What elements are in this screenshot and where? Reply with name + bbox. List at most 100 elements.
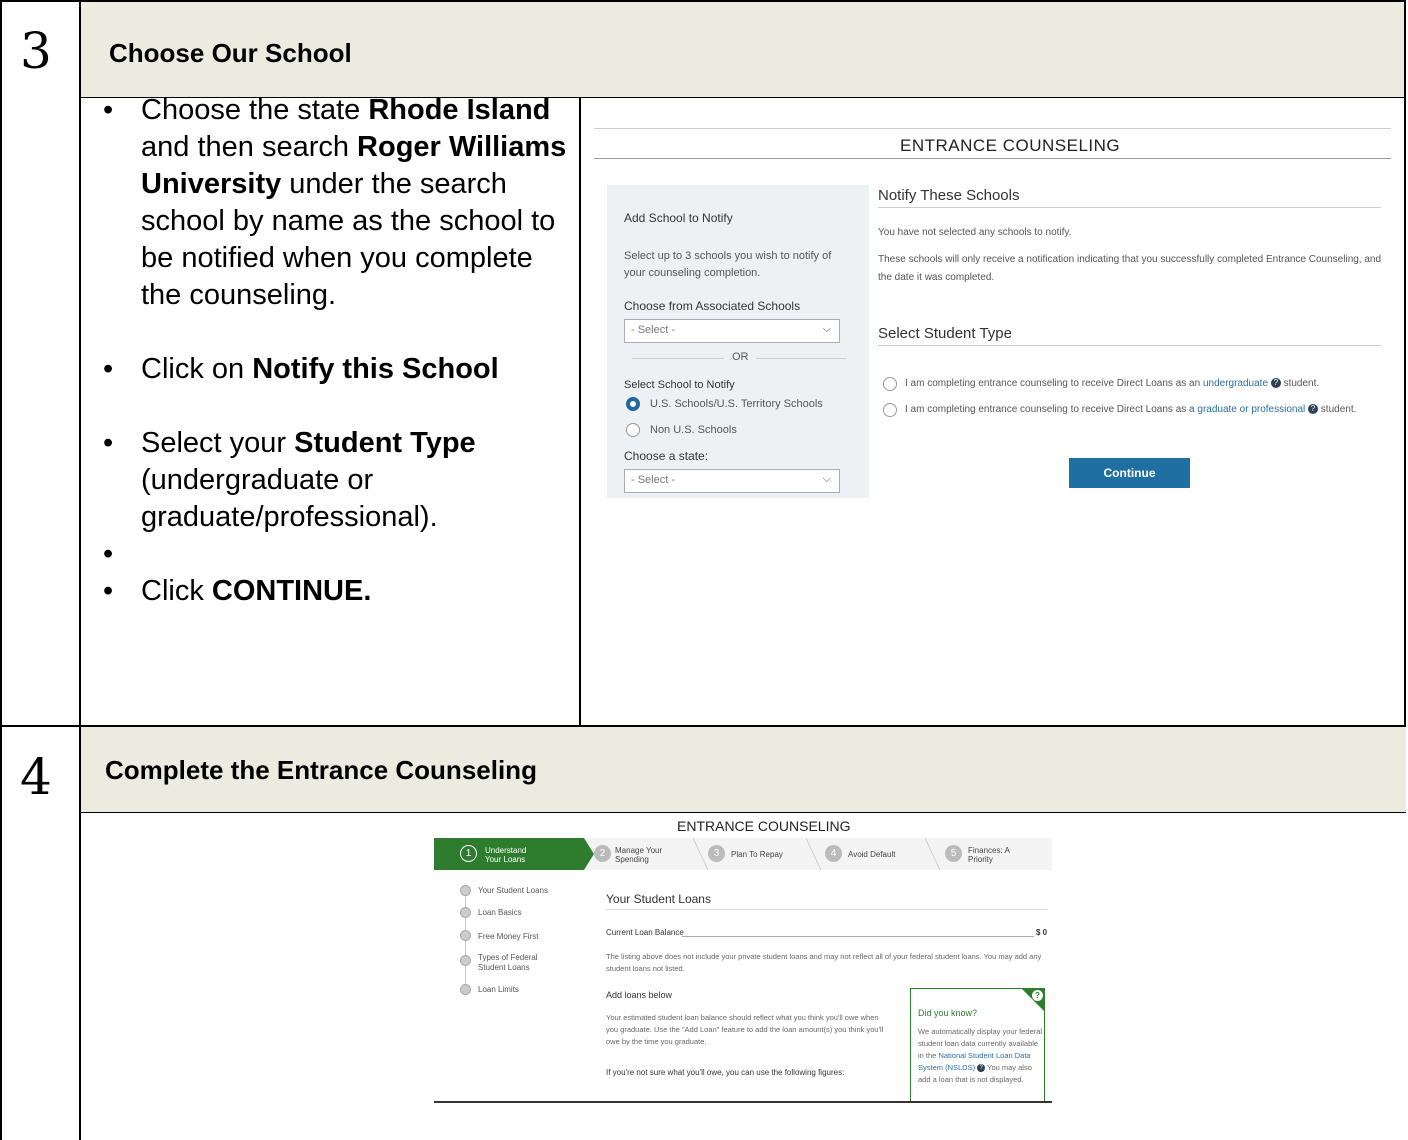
step-4-title: Complete the Entrance Counseling <box>105 755 537 785</box>
step-1-arrow <box>584 838 594 870</box>
or-rule-left <box>632 358 724 359</box>
info-icon: ? <box>1032 990 1043 1001</box>
radio-graduate[interactable] <box>883 403 897 417</box>
nav-dot <box>460 930 471 941</box>
did-you-know-text: We automatically display your federal st… <box>918 1026 1043 1086</box>
or-rule-right <box>756 358 846 359</box>
student-type-heading: Select Student Type <box>878 325 1012 342</box>
instruction-text: Click <box>141 575 212 607</box>
step-3-header: Choose Our School <box>81 2 1404 98</box>
undergraduate-link[interactable]: undergraduate <box>1203 378 1268 389</box>
step-4-header-border <box>81 812 1406 813</box>
nav-item-loan-basics[interactable]: Loan Basics <box>478 908 522 918</box>
main-heading: Your Student Loans <box>606 892 711 906</box>
radio-us-schools[interactable] <box>626 397 640 411</box>
balance-value: $ 0 <box>1036 928 1048 937</box>
instruction-text: Choose the state <box>141 94 369 126</box>
state-label: Choose a state: <box>624 449 709 463</box>
nav-dot <box>460 955 471 966</box>
step-number-circle: 5 <box>945 845 962 862</box>
add-school-heading: Add School to Notify <box>624 211 733 225</box>
nav-item-free-money-first[interactable]: Free Money First <box>478 932 538 942</box>
instruction-item: Click CONTINUE. <box>81 573 579 610</box>
instruction-item: Click on Notify this School <box>81 351 579 388</box>
instruction-bold: Student Type <box>294 427 476 459</box>
step-label: Understand Your Loans <box>485 846 527 864</box>
screenshot-entrance-counseling: ENTRANCE COUNSELING 1 Understand Your Lo… <box>434 814 1052 1102</box>
instruction-item <box>81 536 579 573</box>
instruction-text: Select your <box>141 427 295 459</box>
chevron-down-icon: ⌵ <box>822 473 831 485</box>
add-loans-desc: Your estimated student loan balance shou… <box>606 1013 884 1046</box>
balance-leader <box>682 936 1034 937</box>
graduate-link[interactable]: graduate or professional <box>1197 404 1305 415</box>
s2-page-title: ENTRANCE COUNSELING <box>677 818 851 834</box>
associated-schools-label: Choose from Associated Schools <box>624 299 801 313</box>
balance-label: Current Loan Balance <box>606 928 684 937</box>
instruction-text: (undergraduate or graduate/professional)… <box>141 464 438 533</box>
main-heading-rule <box>606 909 1048 910</box>
associated-schools-select[interactable]: - Select - ⌵ <box>624 319 840 343</box>
notify-desc-text: These schools will only receive a notifi… <box>878 254 1382 283</box>
step-number-4: 4 <box>20 748 52 806</box>
figures-note: If you're not sure what you'll owe, you … <box>606 1068 845 1077</box>
option-undergraduate: I am completing entrance counseling to r… <box>905 378 1319 389</box>
nav-item-loan-limits[interactable]: Loan Limits <box>478 985 519 995</box>
step-number-circle: 4 <box>825 845 842 862</box>
table-border-right <box>1404 0 1406 727</box>
step-label: Plan To Repay <box>731 850 783 859</box>
step-label: Manage Your Spending <box>615 846 663 864</box>
s1-top-rule <box>594 128 1391 129</box>
subcell-divider <box>579 97 581 726</box>
instruction-item: Choose the state Rhode Island and then s… <box>81 92 579 314</box>
help-icon[interactable]: ? <box>1270 378 1281 389</box>
step-label: Avoid Default <box>848 850 896 859</box>
radio-us-label: U.S. Schools/U.S. Territory Schools <box>650 398 823 410</box>
table-border-left <box>0 0 2 1140</box>
listing-note: The listing above does not include your … <box>606 952 1042 973</box>
instruction-bold: Notify this School <box>252 353 499 385</box>
select-placeholder: - Select - <box>631 474 676 486</box>
continue-button[interactable]: Continue <box>1069 458 1190 488</box>
instruction-item: Select your Student Type (undergraduate … <box>81 425 579 536</box>
help-icon[interactable]: ? <box>1308 404 1319 415</box>
s2-bottom-edge <box>434 1101 1052 1103</box>
option-graduate: I am completing entrance counseling to r… <box>905 404 1356 415</box>
notify-heading-rule <box>878 207 1381 208</box>
did-you-know-heading: Did you know? <box>918 1008 978 1018</box>
step-number-circle: 2 <box>594 845 611 862</box>
student-type-rule <box>878 345 1381 346</box>
select-placeholder: - Select - <box>631 324 676 336</box>
s1-page-title: ENTRANCE COUNSELING <box>900 136 1121 155</box>
chevron-down-icon: ⌵ <box>822 323 831 335</box>
nav-item-your-student-loans[interactable]: Your Student Loans <box>478 886 548 896</box>
step-5-finances-priority[interactable]: 5 Finances: A Priority <box>945 838 1050 870</box>
option-grad-text: I am completing entrance counseling to r… <box>905 404 1198 415</box>
step-3-instructions: Choose the state Rhode Island and then s… <box>81 92 579 610</box>
progress-stepper: 1 Understand Your Loans 2 Manage Your Sp… <box>434 838 1052 870</box>
nav-dot <box>460 885 471 896</box>
step-1-understand-loans[interactable]: 1 Understand Your Loans <box>434 838 584 870</box>
radio-non-us-schools[interactable] <box>626 423 640 437</box>
instruction-text: and then search <box>141 131 358 163</box>
help-icon[interactable]: ? <box>977 1064 986 1073</box>
state-select[interactable]: - Select - ⌵ <box>624 469 840 493</box>
or-text: OR <box>732 351 749 363</box>
radio-non-us-label: Non U.S. Schools <box>650 424 737 436</box>
step-number-circle: 3 <box>708 845 725 862</box>
select-school-label: Select School to Notify <box>624 379 735 391</box>
nav-item-types-of-loans[interactable]: Types of Federal Student Loans <box>478 953 563 973</box>
step-3-title: Choose Our School <box>109 38 352 68</box>
nav-dot <box>460 907 471 918</box>
option-ug-suffix: student. <box>1280 378 1320 389</box>
radio-undergraduate[interactable] <box>883 377 897 391</box>
step-label: Finances: A Priority <box>968 846 1010 864</box>
instruction-bold: CONTINUE. <box>211 575 372 607</box>
notify-heading: Notify These Schools <box>878 187 1020 204</box>
s1-title-rule <box>594 158 1391 159</box>
step-number-3: 3 <box>20 22 52 80</box>
step-number-circle: 1 <box>460 845 477 862</box>
notify-none-text: You have not selected any schools to not… <box>878 227 1072 238</box>
option-grad-suffix: student. <box>1318 404 1357 415</box>
nav-dot <box>460 984 471 995</box>
